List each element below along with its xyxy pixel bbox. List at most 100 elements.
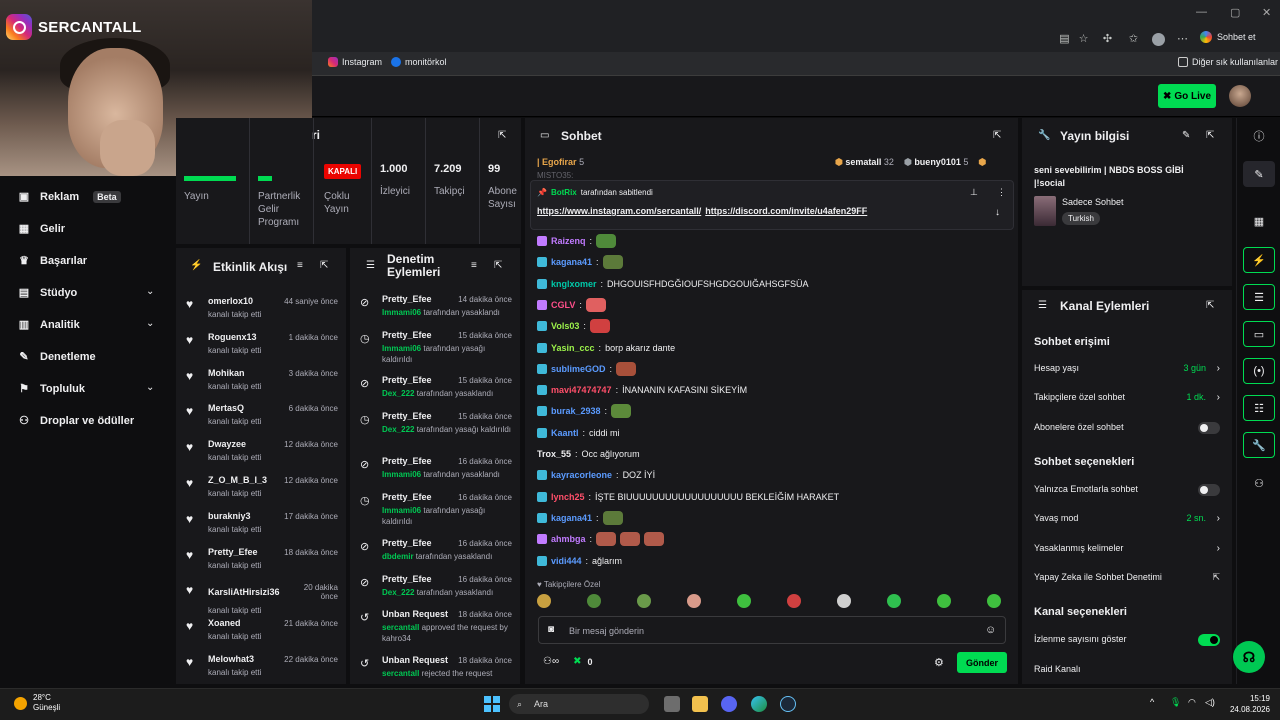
sidebar-item-topluluk[interactable]: ⚑ Topluluk [18, 382, 85, 396]
instagram-link[interactable]: https://www.instagram.com/sercantall/ [537, 206, 701, 216]
edit-icon[interactable]: ✎ [1243, 161, 1275, 187]
edit-pencil-icon[interactable]: ✎ [1182, 130, 1190, 141]
bookmark-other[interactable]: Diğer sık kullanılanlar [1178, 57, 1278, 67]
info-icon[interactable]: ⓘ [1243, 123, 1275, 149]
steam-icon[interactable] [780, 696, 796, 712]
sidebar-item-basarilar[interactable]: ♛ Başarılar [18, 254, 87, 268]
taskbar-search[interactable]: ⌕ Ara [509, 694, 649, 714]
chat-message[interactable]: Trox_55: Occ ağlıyorum [537, 445, 640, 463]
emote-shortcut[interactable] [837, 594, 851, 608]
chat-username[interactable]: kagana41 [551, 513, 592, 523]
start-icon[interactable] [484, 696, 500, 712]
user-avatar[interactable] [1229, 85, 1251, 107]
activity-row[interactable]: ♥ Dwayzee kanalı takip etti 12 dakika ön… [176, 435, 346, 471]
chat-message[interactable]: lynch25: İŞTE BIUUUUUUUUUUUUUUUUUU BEKLEİ… [537, 488, 839, 506]
emote-shortcut[interactable] [987, 594, 1001, 608]
minimize-icon[interactable]: — [1196, 6, 1207, 18]
broadcast-icon[interactable]: (•) [1243, 358, 1275, 384]
go-live-button[interactable]: ✖ Go Live [1158, 84, 1216, 108]
filter-icon[interactable]: ≡ [297, 260, 303, 271]
activity-row[interactable]: ♥ KarsliAtHirsizi36 kanalı takip etti 20… [176, 578, 346, 615]
slow-mode-row[interactable]: Yavaş mod 2 sn. › [1034, 513, 1220, 529]
chat-username[interactable]: knglxomer [551, 279, 597, 289]
edge-icon[interactable] [751, 696, 767, 712]
copilot-button[interactable]: Sohbet et [1200, 31, 1256, 43]
ai-moderation-row[interactable]: Yapay Zeka ile Sohbet Denetimi ⇱ [1034, 572, 1220, 588]
chat-message[interactable]: Raizenq: [537, 232, 617, 250]
sidebar-item-droplar[interactable]: ⚇ Droplar ve ödüller [18, 414, 134, 428]
add-widget-icon[interactable]: ⚇ [1243, 470, 1275, 496]
chat-message[interactable]: kagana41: [537, 253, 623, 271]
wrench-icon[interactable]: 🔧 [1243, 432, 1275, 458]
popout-icon[interactable]: ⇱ [494, 260, 502, 271]
chat-message[interactable]: CGLV: [537, 296, 606, 314]
emote-shortcut[interactable] [637, 594, 651, 608]
activity-row[interactable]: ♥ burakniy3 kanalı takip etti 17 dakika … [176, 507, 346, 543]
chat-message[interactable]: kayracorleone: DOZ İYİ [537, 466, 655, 484]
chat-username[interactable]: vidi444 [551, 556, 582, 566]
activity-row[interactable]: ♥ Roguenx13 kanalı takip etti 1 dakika ö… [176, 328, 346, 364]
chat-message[interactable]: mavi47474747: İNANANIN KAFASINI SİKEYİM [537, 381, 747, 399]
chat-message[interactable]: Kaantl: ciddi mi [537, 424, 620, 442]
chat-username[interactable]: Trox_55 [537, 449, 571, 459]
sidebar-item-analitik[interactable]: ▥ Analitik [18, 318, 80, 332]
more-options-icon[interactable]: ⋮ [997, 187, 1006, 198]
chat-username[interactable]: Raizenq [551, 236, 586, 246]
activity-row[interactable]: ♥ Melowhat3 kanalı takip etti 22 dakika … [176, 650, 346, 684]
popout-icon[interactable]: ⇱ [1206, 130, 1214, 141]
chat-username[interactable]: sublimeGOD [551, 364, 606, 374]
discord-link[interactable]: https://discord.com/invite/u4afen29FF [705, 206, 867, 216]
emote-shortcut[interactable] [537, 594, 551, 608]
popout-icon[interactable]: ⇱ [1206, 300, 1214, 311]
close-window-icon[interactable]: ✕ [1262, 6, 1271, 19]
list-icon[interactable]: ☰ [1243, 284, 1275, 310]
chat-message[interactable]: kagana41: [537, 509, 623, 527]
subs-only-toggle[interactable] [1198, 422, 1220, 434]
send-button[interactable]: Gönder [957, 652, 1007, 673]
popout-icon[interactable]: ⇱ [993, 130, 1001, 141]
favorites-icon[interactable]: ✩ [1127, 33, 1140, 46]
emoji-icon[interactable]: ☺ [985, 624, 996, 636]
chat-message[interactable]: Yasin_ccc: borp akarız dante [537, 339, 675, 357]
file-explorer-icon[interactable] [692, 696, 708, 712]
emote-shortcut[interactable] [737, 594, 751, 608]
chat-username[interactable]: lynch25 [551, 492, 585, 502]
chat-message[interactable]: burak_2938: [537, 402, 632, 420]
sidebar-item-studyo[interactable]: ▤ Stüdyo [18, 286, 77, 300]
help-button[interactable]: ☊ [1233, 641, 1265, 673]
chat-username[interactable]: kayracorleone [551, 470, 612, 480]
activity-row[interactable]: ♥ Mohikan kanalı takip etti 3 dakika önc… [176, 364, 346, 400]
extensions-icon[interactable]: ✣ [1101, 33, 1114, 46]
chat-bubble-icon[interactable]: ▭ [1243, 321, 1275, 347]
settings-gear-icon[interactable]: ⚙ [934, 656, 944, 669]
activity-row[interactable]: ♥ Xoaned kanalı takip etti 21 dakika önc… [176, 614, 346, 650]
account-age-row[interactable]: Hesap yaşı 3 gün › [1034, 363, 1220, 379]
favorite-star-icon[interactable]: ☆ [1077, 33, 1090, 46]
tray-chevron-icon[interactable]: ^ [1150, 697, 1154, 707]
microphone-icon[interactable]: 🎙 [1170, 697, 1181, 708]
activity-row[interactable]: ♥ MertasQ kanalı takip etti 6 dakika önc… [176, 399, 346, 435]
banned-words-row[interactable]: Yasaklanmış kelimeler › [1034, 543, 1220, 559]
emote-only-toggle[interactable] [1198, 484, 1220, 496]
bookmark-monitorkol[interactable]: monitörkol [391, 57, 447, 67]
more-options-icon[interactable]: ⋯ [1176, 33, 1189, 46]
chat-username[interactable]: ahmbga [551, 534, 586, 544]
emote-shortcut[interactable] [687, 594, 701, 608]
chat-message[interactable]: sublimeGOD: [537, 360, 637, 378]
sidebar-item-denetleme[interactable]: ✎ Denetleme [18, 350, 95, 364]
reading-view-icon[interactable]: ▤ [1058, 33, 1071, 46]
points-icon[interactable]: ⚇∞ [543, 656, 559, 667]
chevron-down-icon[interactable]: ⌄ [146, 318, 154, 329]
emote-shortcut[interactable] [787, 594, 801, 608]
chevron-down-icon[interactable]: ⌄ [146, 286, 154, 297]
chat-message[interactable]: Vols03: [537, 317, 610, 335]
followers-chat-row[interactable]: Takipçilere özel sohbet 1 dk. › [1034, 392, 1220, 408]
lightning-icon[interactable]: ⚡ [1243, 247, 1275, 273]
chat-message[interactable]: ahmbga: [537, 530, 665, 548]
sidebar-item-reklam[interactable]: ▣ Reklam Beta [18, 190, 121, 203]
discord-icon[interactable] [721, 696, 737, 712]
chat-username[interactable]: Yasin_ccc [551, 343, 595, 353]
show-viewers-toggle[interactable] [1198, 634, 1220, 646]
popout-icon[interactable]: ⇱ [320, 260, 328, 271]
pin-icon[interactable]: ⊥ [970, 187, 978, 198]
